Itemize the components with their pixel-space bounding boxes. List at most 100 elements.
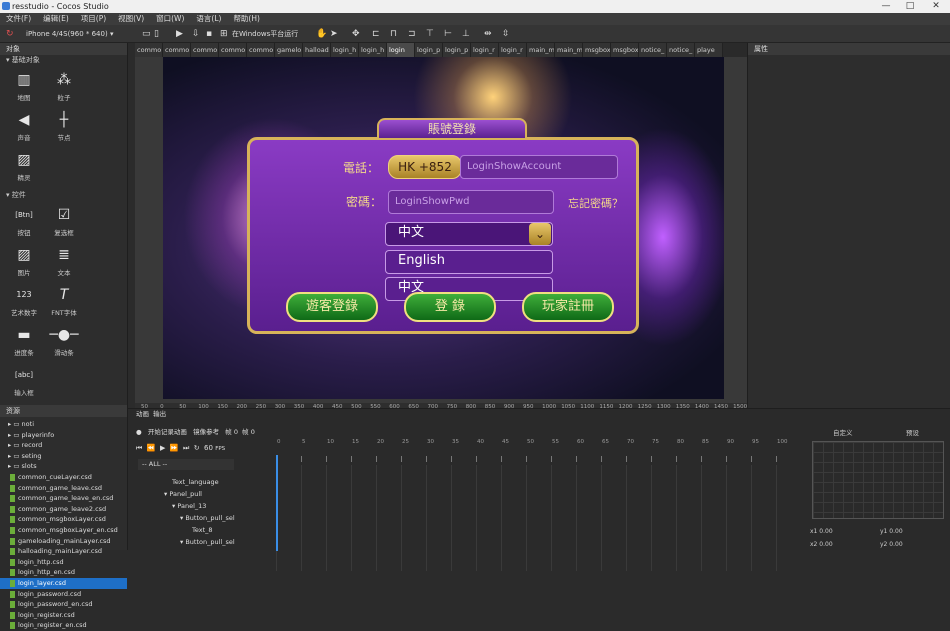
tab[interactable]: main_m: [527, 43, 555, 57]
file-item-selected[interactable]: login_layer.csd: [0, 577, 127, 589]
node-filter-select[interactable]: -- ALL --: [138, 459, 234, 470]
tab[interactable]: commo: [163, 43, 191, 57]
align-left-icon[interactable]: ⊏: [372, 28, 380, 40]
register-button[interactable]: 玩家註冊: [522, 292, 614, 322]
control-art-number[interactable]: 123 艺术数字: [4, 283, 44, 323]
menu-file[interactable]: 文件(F): [0, 13, 37, 25]
menu-edit[interactable]: 编辑(E): [37, 13, 75, 25]
first-frame-icon[interactable]: ⏮: [136, 444, 142, 452]
record-icon[interactable]: ●: [136, 428, 142, 436]
tab[interactable]: notice_: [639, 43, 667, 57]
coord-value[interactable]: 0.00: [889, 528, 902, 535]
login-button[interactable]: 登 錄: [404, 292, 496, 322]
folder-item[interactable]: ▸ ▭ record: [0, 440, 127, 451]
coord-value[interactable]: 0.00: [819, 541, 832, 548]
tab[interactable]: commo: [135, 43, 163, 57]
node-item[interactable]: Text_8: [164, 524, 274, 536]
basic-objects-section[interactable]: ▾ 基础对象: [0, 55, 127, 66]
align-bottom-icon[interactable]: ⊥: [462, 28, 470, 40]
control-progress[interactable]: ▬ 进度条: [4, 323, 44, 363]
object-sprite[interactable]: ▨ 精灵: [4, 148, 44, 188]
control-checkbox[interactable]: ☑ 复选框: [44, 203, 84, 243]
file-item[interactable]: common_msgboxLayer_en.csd: [0, 525, 127, 536]
tab[interactable]: halload: [303, 43, 331, 57]
object-particle[interactable]: ⁂ 粒子: [44, 68, 84, 108]
play-icon[interactable]: ▶: [176, 28, 183, 40]
fps-value[interactable]: 60: [204, 444, 213, 452]
controls-section[interactable]: ▾ 控件: [0, 190, 127, 201]
curve-editor[interactable]: [812, 441, 944, 519]
control-slider[interactable]: ─●─ 滑动条: [44, 323, 84, 363]
password-input[interactable]: LoginShowPwd: [388, 190, 554, 214]
tab[interactable]: login_p: [443, 43, 471, 57]
folder-item[interactable]: ▸ ▭ playerinfo: [0, 430, 127, 441]
guest-login-button[interactable]: 遊客登錄: [286, 292, 378, 322]
loop-icon[interactable]: ↻: [194, 444, 200, 452]
align-center-icon[interactable]: ⊓: [390, 28, 397, 40]
object-node[interactable]: ┼ 节点: [44, 108, 84, 148]
node-item[interactable]: Text_language: [164, 476, 274, 488]
playhead[interactable]: [276, 455, 278, 551]
file-item[interactable]: common_game_leave.csd: [0, 483, 127, 494]
file-item[interactable]: common_game_leave_en.csd: [0, 493, 127, 504]
forgot-password-link[interactable]: 忘記密碼？: [568, 195, 623, 211]
file-item[interactable]: common_game_leave2.csd: [0, 504, 127, 515]
start-record-button[interactable]: 开始记录动画: [148, 428, 187, 436]
frame-value[interactable]: 0: [234, 428, 238, 436]
tab[interactable]: commo: [191, 43, 219, 57]
portrait-icon[interactable]: ▯: [154, 28, 159, 40]
file-item[interactable]: halloading_mainLayer.csd: [0, 546, 127, 557]
custom-curve-tab[interactable]: 自定义: [833, 429, 853, 437]
control-text[interactable]: ≣ 文本: [44, 243, 84, 283]
timeline[interactable]: 0 5 10 15 20 25 30 35 40 45 50 55 60 65 70 75 80 85 90 95 10…: [276, 429, 796, 571]
folder-item[interactable]: ▸ ▭ seting: [0, 451, 127, 462]
next-frame-icon[interactable]: ⏩: [170, 444, 179, 452]
device-select[interactable]: iPhone 4/4S(960 * 640): [26, 28, 108, 40]
coord-value[interactable]: 0.00: [889, 541, 902, 548]
run-platform-select[interactable]: 在Windows平台运行: [232, 28, 298, 40]
tab[interactable]: commo: [247, 43, 275, 57]
settings-icon[interactable]: ▪: [206, 28, 212, 40]
tab[interactable]: playe: [695, 43, 723, 57]
tab-animation[interactable]: 动画: [136, 410, 149, 418]
minimize-button[interactable]: —: [874, 0, 898, 13]
file-item[interactable]: login_register.csd: [0, 610, 127, 621]
node-item[interactable]: ▾ Panel_pull: [164, 488, 274, 500]
tab[interactable]: login_h: [359, 43, 387, 57]
pointer-icon[interactable]: ➤: [330, 28, 338, 40]
tab[interactable]: login_r: [499, 43, 527, 57]
language-option-english[interactable]: English: [385, 250, 553, 274]
node-item[interactable]: ▾ Button_pull_sel: [164, 536, 274, 548]
control-button[interactable]: [Btn] 按钮: [4, 203, 44, 243]
distribute-v-icon[interactable]: ⇳: [502, 28, 510, 40]
node-item[interactable]: ▾ Panel_13: [164, 500, 274, 512]
tab[interactable]: msgbox: [611, 43, 639, 57]
time-value[interactable]: 0: [251, 428, 255, 436]
tab[interactable]: login_h: [331, 43, 359, 57]
menu-window[interactable]: 窗口(W): [150, 13, 190, 25]
country-code-button[interactable]: HK +852: [388, 155, 462, 179]
prev-frame-icon[interactable]: ⏪: [147, 444, 156, 452]
tab[interactable]: msgbox: [583, 43, 611, 57]
node-item[interactable]: ▾ Button_pull_sel: [164, 512, 274, 524]
control-fnt[interactable]: T FNT字体: [44, 283, 84, 323]
file-item[interactable]: login_password_en.csd: [0, 599, 127, 610]
object-map[interactable]: ▥ 地图: [4, 68, 44, 108]
control-input[interactable]: [abc] 输入框: [4, 363, 44, 403]
file-item[interactable]: login_http_en.csd: [0, 567, 127, 578]
menu-language[interactable]: 语言(L): [190, 13, 227, 25]
last-frame-icon[interactable]: ⏭: [183, 444, 189, 452]
file-item[interactable]: common_cueLayer.csd: [0, 472, 127, 483]
chevron-down-icon[interactable]: ⌄: [529, 223, 551, 245]
publish-icon[interactable]: ⇩: [192, 28, 200, 40]
control-image[interactable]: ▨ 图片: [4, 243, 44, 283]
tab[interactable]: notice_: [667, 43, 695, 57]
refresh-icon[interactable]: ↻: [6, 28, 14, 40]
tab[interactable]: login_p: [415, 43, 443, 57]
file-item[interactable]: login_register_en.csd: [0, 620, 127, 631]
folder-item[interactable]: ▸ ▭ slots: [0, 461, 127, 472]
file-item[interactable]: login_password.csd: [0, 589, 127, 600]
mirror-reference-button[interactable]: 镜像参考: [193, 428, 219, 436]
align-right-icon[interactable]: ⊐: [408, 28, 416, 40]
maximize-button[interactable]: □: [898, 0, 922, 13]
